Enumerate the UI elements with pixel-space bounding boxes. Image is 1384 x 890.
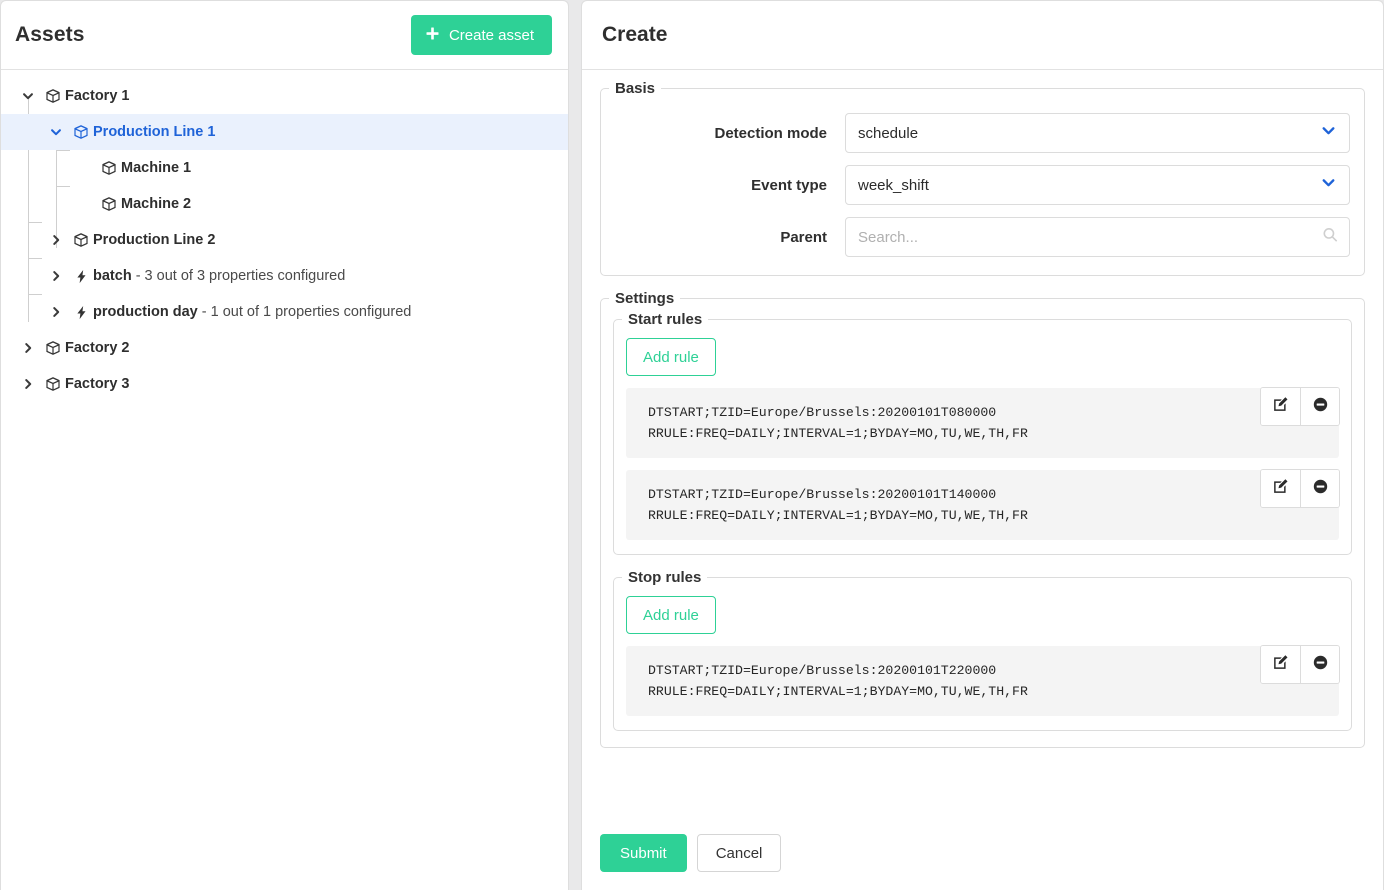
settings-fieldset: Settings Start rules Add rule DTSTART;TZ… (600, 290, 1365, 748)
tree-item[interactable]: Production Line 2 (1, 222, 568, 258)
assets-panel: Assets Create asset Factory 1 Production … (0, 0, 569, 890)
rule-text: DTSTART;TZID=Europe/Brussels:20200101T22… (648, 663, 1028, 699)
tree-item[interactable]: Factory 1 (1, 78, 568, 114)
field-row-parent: Parent Search... (607, 217, 1350, 257)
cube-icon (41, 88, 65, 104)
bolt-icon (69, 269, 93, 284)
tree-item-label: Machine 1 (121, 160, 192, 176)
settings-legend: Settings (615, 290, 675, 307)
remove-rule-button[interactable] (1300, 470, 1339, 507)
rule-card: DTSTART;TZID=Europe/Brussels:20200101T14… (626, 469, 1340, 540)
tree-item-label: production day - 1 out of 1 properties c… (93, 304, 412, 320)
chevron-down-icon[interactable] (15, 89, 41, 103)
detection-mode-label: Detection mode (714, 124, 827, 142)
app-root: Assets Create asset Factory 1 Production … (0, 0, 1384, 890)
chevron-right-icon[interactable] (43, 269, 69, 283)
parent-label: Parent (780, 228, 827, 246)
rule-card: DTSTART;TZID=Europe/Brussels:20200101T22… (626, 645, 1340, 716)
start-rules-inner: Add rule DTSTART;TZID=Europe/Brussels:20… (614, 328, 1351, 554)
create-panel-title: Create (602, 23, 668, 46)
event-type-label: Event type (751, 176, 827, 194)
chevron-down-icon[interactable] (43, 125, 69, 139)
rule-actions (1260, 645, 1340, 684)
add-stop-rule-button[interactable]: Add rule (626, 596, 716, 634)
tree-item[interactable]: Machine 1 (1, 150, 568, 186)
edit-rule-button[interactable] (1261, 646, 1300, 683)
basis-fields: Detection mode schedule Event type week_… (601, 97, 1364, 275)
stop-rules-fieldset: Stop rules Add rule DTSTART;TZID=Europe/… (613, 569, 1352, 731)
rule-text: DTSTART;TZID=Europe/Brussels:20200101T14… (648, 487, 1028, 523)
chevron-right-icon[interactable] (43, 233, 69, 247)
tree-item[interactable]: Factory 3 (1, 366, 568, 402)
cancel-button[interactable]: Cancel (696, 834, 782, 872)
start-rules-list: DTSTART;TZID=Europe/Brussels:20200101T08… (626, 387, 1340, 540)
basis-fieldset: Basis Detection mode schedule Event type… (600, 80, 1365, 276)
remove-rule-button[interactable] (1300, 646, 1339, 683)
rule-text: DTSTART;TZID=Europe/Brussels:20200101T08… (648, 405, 1028, 441)
create-panel-header: Create (582, 1, 1383, 70)
page-title: Assets (15, 23, 85, 46)
assets-panel-header: Assets Create asset (1, 1, 568, 70)
parent-search-input[interactable]: Search... (845, 217, 1350, 257)
create-panel: Create Basis Detection mode schedule Eve… (581, 0, 1384, 890)
field-row-detection-mode: Detection mode schedule (607, 113, 1350, 153)
submit-button[interactable]: Submit (600, 834, 687, 872)
cube-icon (97, 160, 121, 176)
tree-item-label: Production Line 2 (93, 232, 216, 248)
cube-icon (41, 340, 65, 356)
chevron-right-icon[interactable] (15, 377, 41, 391)
cube-icon (69, 232, 93, 248)
tree-item[interactable]: production day - 1 out of 1 properties c… (1, 294, 568, 330)
tree-item-label: Factory 1 (65, 88, 130, 104)
stop-rules-inner: Add rule DTSTART;TZID=Europe/Brussels:20… (614, 586, 1351, 730)
start-rules-legend: Start rules (628, 311, 703, 328)
cube-icon (41, 376, 65, 392)
stop-rules-list: DTSTART;TZID=Europe/Brussels:20200101T22… (626, 645, 1340, 716)
bolt-icon (69, 305, 93, 320)
tree-item-label: Factory 3 (65, 376, 130, 392)
rule-card: DTSTART;TZID=Europe/Brussels:20200101T08… (626, 387, 1340, 458)
remove-rule-button[interactable] (1300, 388, 1339, 425)
parent-placeholder: Search... (858, 228, 919, 246)
settings-inner: Start rules Add rule DTSTART;TZID=Europe… (601, 307, 1364, 747)
minus-circle-icon (1312, 478, 1329, 500)
add-start-rule-button[interactable]: Add rule (626, 338, 716, 376)
asset-tree: Factory 1 Production Line 1 Machine 1 Machi… (1, 70, 568, 890)
event-type-value: week_shift (858, 176, 929, 194)
detection-mode-value: schedule (858, 124, 919, 142)
minus-circle-icon (1312, 654, 1329, 676)
start-rules-fieldset: Start rules Add rule DTSTART;TZID=Europe… (613, 311, 1352, 555)
chevron-right-icon[interactable] (43, 305, 69, 319)
tree-item-label: Machine 2 (121, 196, 192, 212)
field-row-event-type: Event type week_shift (607, 165, 1350, 205)
create-form: Basis Detection mode schedule Event type… (582, 70, 1383, 820)
edit-pencil-icon (1272, 478, 1289, 500)
cube-icon (97, 196, 121, 212)
event-type-select[interactable]: week_shift (845, 165, 1350, 205)
tree-item[interactable]: Machine 2 (1, 186, 568, 222)
tree-item[interactable]: Factory 2 (1, 330, 568, 366)
stop-rules-legend: Stop rules (628, 569, 702, 586)
chevron-right-icon[interactable] (15, 341, 41, 355)
tree-item-label: Production Line 1 (93, 124, 216, 140)
tree-item-label: Factory 2 (65, 340, 130, 356)
minus-circle-icon (1312, 396, 1329, 418)
create-asset-label: Create asset (448, 26, 534, 44)
tree-item-label: batch - 3 out of 3 properties configured (93, 268, 346, 284)
plus-icon (425, 26, 440, 44)
tree-item[interactable]: batch - 3 out of 3 properties configured (1, 258, 568, 294)
detection-mode-select[interactable]: schedule (845, 113, 1350, 153)
edit-rule-button[interactable] (1261, 470, 1300, 507)
basis-legend: Basis (615, 80, 656, 97)
edit-pencil-icon (1272, 396, 1289, 418)
rule-actions (1260, 387, 1340, 426)
form-footer: Submit Cancel (582, 820, 1383, 890)
edit-pencil-icon (1272, 654, 1289, 676)
rule-actions (1260, 469, 1340, 508)
tree-item[interactable]: Production Line 1 (1, 114, 568, 150)
edit-rule-button[interactable] (1261, 388, 1300, 425)
cube-icon (69, 124, 93, 140)
create-asset-button[interactable]: Create asset (410, 15, 552, 55)
